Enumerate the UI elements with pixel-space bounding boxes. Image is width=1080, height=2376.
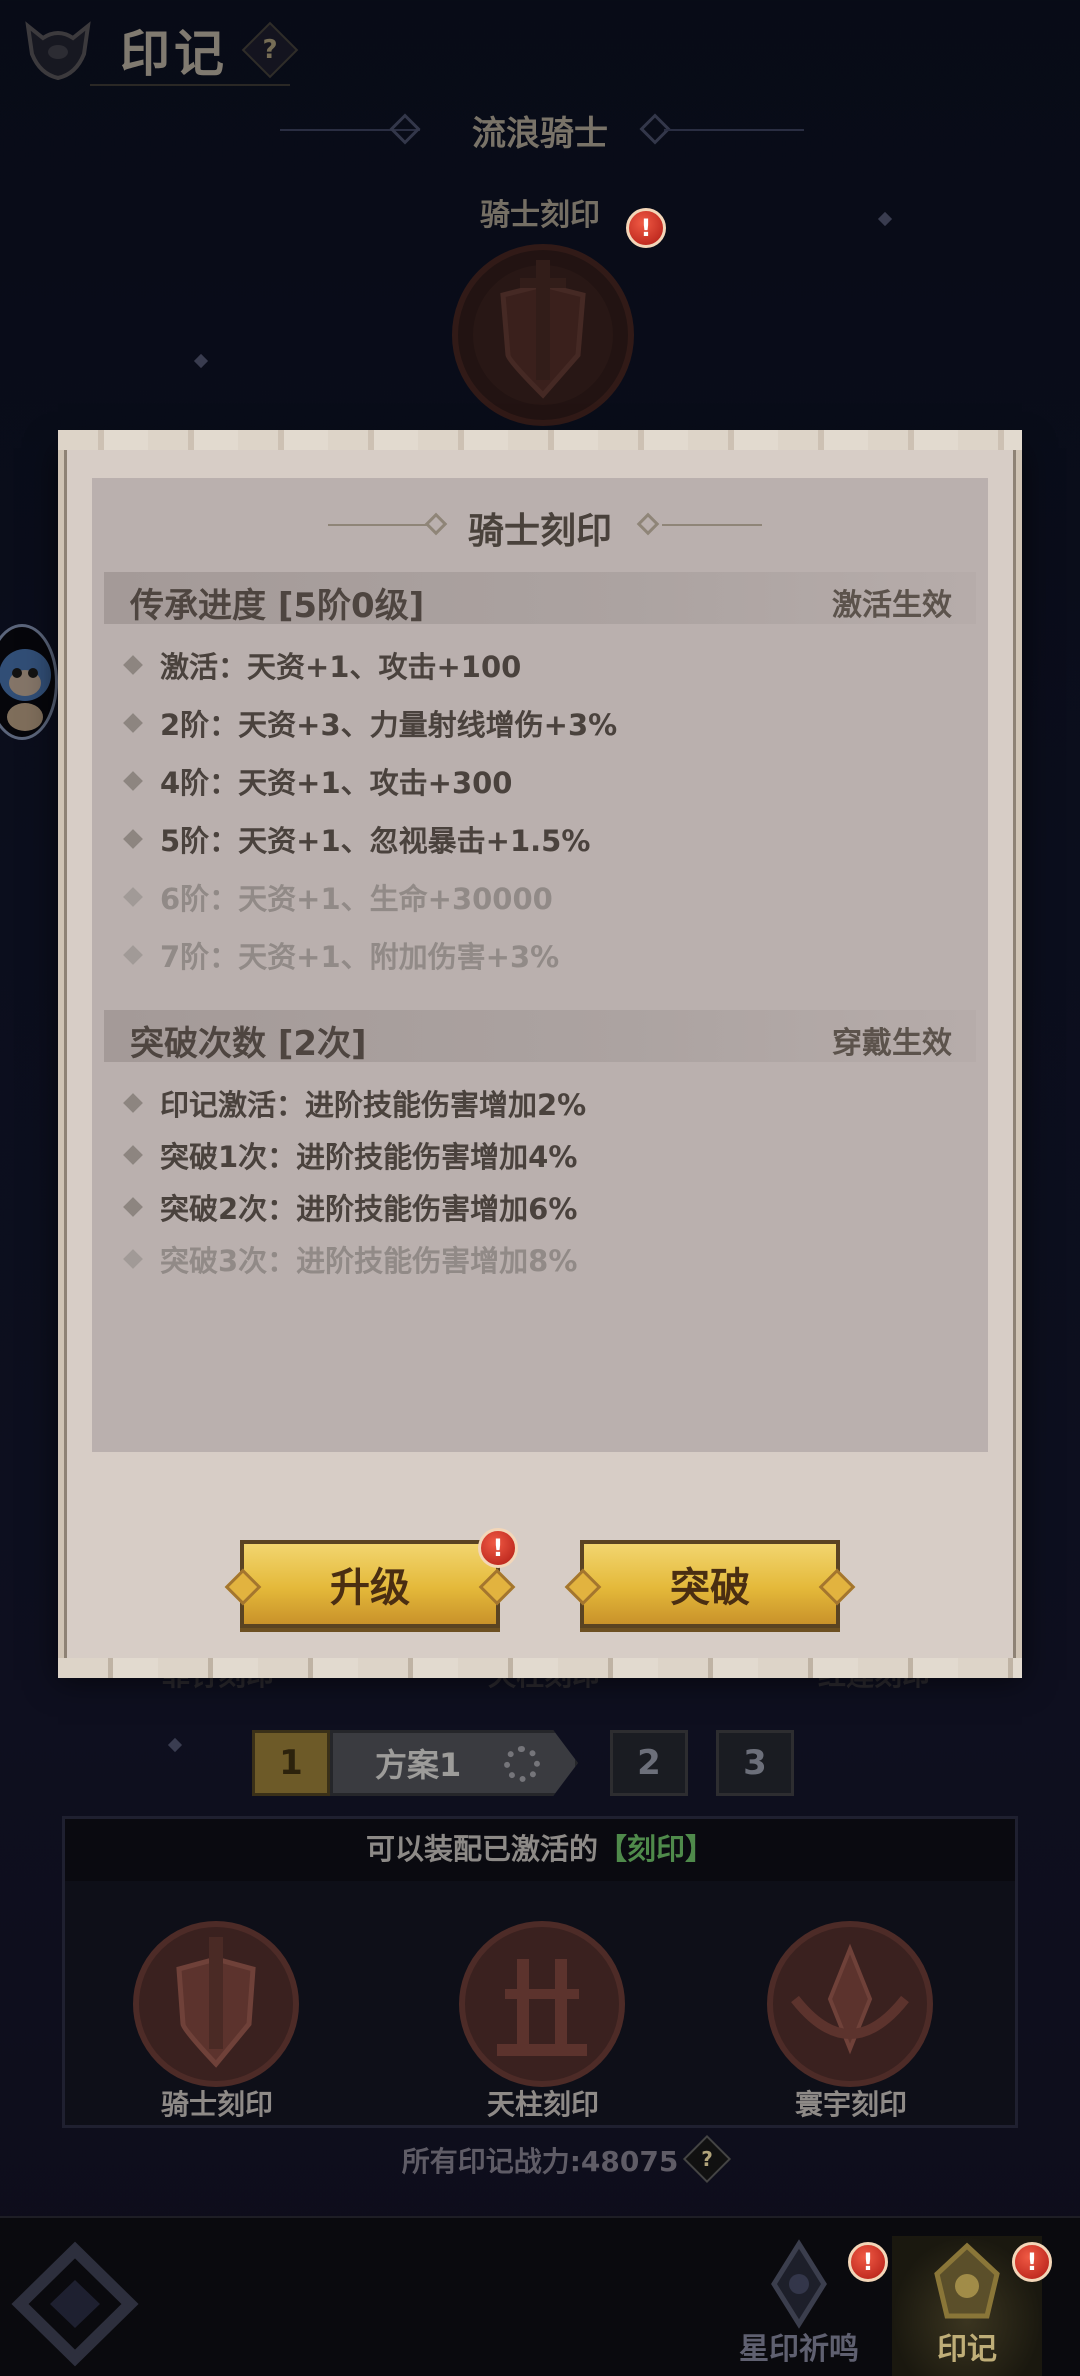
break-row-text: 印记激活：进阶技能伤害增加2% <box>160 1088 587 1122</box>
assistant-avatar[interactable] <box>0 624 58 740</box>
break-row-text: 突破1次：进阶技能伤害增加4% <box>160 1140 578 1174</box>
star-sparkle <box>167 1737 183 1753</box>
knight-seal-slot-icon[interactable] <box>131 1919 301 2099</box>
bullet-diamond-icon <box>123 655 143 675</box>
knight-seal-icon[interactable] <box>448 240 638 430</box>
star-sparkle <box>193 353 209 369</box>
monkey-avatar-icon <box>0 649 51 731</box>
bullet-diamond-icon <box>123 1145 143 1165</box>
break-row: 突破2次：进阶技能伤害增加6% <box>123 1186 578 1228</box>
bullet-diamond-icon <box>123 1093 143 1113</box>
nav-label: 星印祈鸣 <box>739 2332 859 2367</box>
modal-content-panel: 骑士刻印 传承进度 [5阶0级] 激活生效 激活：天资+1、攻击+100 2阶：… <box>92 478 988 1452</box>
bullet-diamond-icon <box>123 829 143 849</box>
mask-emblem-icon[interactable] <box>18 8 98 88</box>
pillar-seal-slot-icon[interactable] <box>457 1919 627 2099</box>
equip-header-highlight: 【刻印】 <box>598 1832 715 1866</box>
title-underline <box>90 84 290 86</box>
divider-line-right <box>664 129 804 131</box>
bullet-diamond-icon <box>123 771 143 791</box>
total-power-label: 所有印记战力:48075 <box>401 2145 679 2178</box>
inherit-row-text: 5阶：天资+1、忽视暴击+1.5% <box>160 824 591 858</box>
equip-panel-header: 可以装配已激活的【刻印】 <box>65 1819 1015 1881</box>
home-emblem-icon[interactable] <box>0 2230 190 2376</box>
inherit-row: 2阶：天资+3、力量射线增伤+3% <box>123 702 618 744</box>
nav-alert-icon: ! <box>848 2242 888 2282</box>
inherit-row: 激活：天资+1、攻击+100 <box>123 644 522 686</box>
inherit-section-header: 传承进度 [5阶0级] 激活生效 <box>104 572 976 626</box>
break-row-text: 突破2次：进阶技能伤害增加6% <box>160 1192 578 1226</box>
page-title: 印记 <box>120 25 228 83</box>
equip-slot-label: 寰宇刻印 <box>794 2088 907 2121</box>
upgrade-alert-icon: ! <box>478 1528 518 1568</box>
break-row: 突破1次：进阶技能伤害增加4% <box>123 1134 578 1176</box>
hero-name: 流浪骑士 <box>472 114 608 154</box>
equip-slot-label: 骑士刻印 <box>160 2088 273 2121</box>
nav-alert-icon: ! <box>1012 2242 1052 2282</box>
title-line-right <box>662 524 762 526</box>
breakthrough-button[interactable]: 突破 <box>580 1540 840 1628</box>
alert-badge-icon: ! <box>626 208 666 248</box>
cosmos-seal-slot-icon[interactable] <box>765 1919 935 2099</box>
inherit-row: 5阶：天资+1、忽视暴击+1.5% <box>123 818 591 860</box>
plan-name-label: 方案1 <box>375 1746 462 1784</box>
plan-name-tab[interactable]: 方案1 <box>330 1730 578 1796</box>
plan-slot-2[interactable]: 2 <box>610 1730 688 1796</box>
inherit-row-text: 6阶：天资+1、生命+30000 <box>160 882 553 916</box>
bottom-nav: 星印祈鸣 ! 印记 ! <box>0 2216 1080 2376</box>
break-row-text: 突破3次：进阶技能伤害增加8% <box>160 1244 578 1278</box>
break-section-status: 穿戴生效 <box>832 1026 952 1061</box>
help-glyph: ? <box>701 2147 713 2171</box>
upgrade-button[interactable]: 升级 <box>240 1540 500 1628</box>
equip-header-text: 可以装配已激活的 <box>365 1832 598 1866</box>
help-glyph: ? <box>262 35 278 65</box>
current-seal-label: 骑士刻印 <box>480 198 600 233</box>
equip-panel: 可以装配已激活的【刻印】 骑士刻印 天柱刻印 寰宇刻印 <box>62 1816 1018 2128</box>
inherit-section-status: 激活生效 <box>832 588 952 623</box>
plan-slot-1[interactable]: 1 <box>252 1730 330 1796</box>
inherit-row-locked: 6阶：天资+1、生命+30000 <box>123 876 553 918</box>
break-section-title: 突破次数 [2次] <box>130 1024 367 1064</box>
break-row-locked: 突破3次：进阶技能伤害增加8% <box>123 1238 578 1280</box>
break-row: 印记激活：进阶技能伤害增加2% <box>123 1082 587 1124</box>
inherit-row-text: 2阶：天资+3、力量射线增伤+3% <box>160 708 618 742</box>
top-bar: 印记 ? <box>0 0 1080 96</box>
break-section-header: 突破次数 [2次] 穿戴生效 <box>104 1010 976 1064</box>
bullet-diamond-icon <box>123 945 143 965</box>
seal-detail-modal: 骑士刻印 传承进度 [5阶0级] 激活生效 激活：天资+1、攻击+100 2阶：… <box>58 430 1022 1678</box>
bullet-diamond-icon <box>123 887 143 907</box>
bullet-diamond-icon <box>123 1249 143 1269</box>
bullet-diamond-icon <box>123 1197 143 1217</box>
inherit-row-text: 4阶：天资+1、攻击+300 <box>160 766 513 800</box>
bullet-diamond-icon <box>123 713 143 733</box>
inherit-row-text: 激活：天资+1、攻击+100 <box>160 650 522 684</box>
inherit-row-text: 7阶：天资+1、附加伤害+3% <box>160 940 560 974</box>
help-icon[interactable]: ? <box>241 21 299 79</box>
modal-title: 骑士刻印 <box>467 511 612 552</box>
inherit-row: 4阶：天资+1、攻击+300 <box>123 760 513 802</box>
inherit-row-locked: 7阶：天资+1、附加伤害+3% <box>123 934 560 976</box>
gear-icon[interactable] <box>504 1746 540 1782</box>
equip-slot-label: 天柱刻印 <box>486 2088 599 2121</box>
inherit-section-title: 传承进度 [5阶0级] <box>130 586 425 626</box>
nav-label: 印记 <box>937 2332 997 2367</box>
plan-slot-3[interactable]: 3 <box>716 1730 794 1796</box>
